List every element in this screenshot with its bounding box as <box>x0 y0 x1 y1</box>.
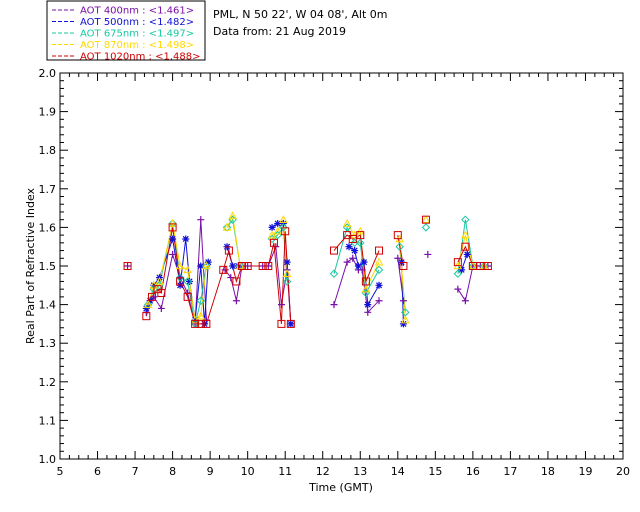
data-point-asterisk <box>268 223 276 231</box>
legend-label: AOT 1020nm : <1.488> <box>80 52 200 63</box>
y-tick-label: 1.2 <box>39 376 57 389</box>
chart-title-line-2: Data from: 21 Aug 2019 <box>213 25 346 38</box>
data-point-plus <box>330 301 338 309</box>
y-tick-label: 1.9 <box>39 106 57 119</box>
data-point-asterisk <box>351 247 359 255</box>
x-tick-label: 5 <box>57 465 64 478</box>
series-line-4 <box>226 214 241 267</box>
x-tick-label: 16 <box>466 465 480 478</box>
legend-label: AOT 675nm : <1.497> <box>80 29 194 40</box>
data-point-asterisk <box>364 301 372 309</box>
x-tick-label: 11 <box>278 465 292 478</box>
data-point-plus <box>424 250 432 258</box>
data-point-asterisk <box>283 258 291 266</box>
legend-label: AOT 400nm : <1.461> <box>80 6 194 17</box>
data-point-asterisk <box>169 235 177 243</box>
x-tick-label: 6 <box>94 465 101 478</box>
y-tick-label: 1.1 <box>39 414 57 427</box>
y-tick-label: 1.4 <box>39 299 57 312</box>
data-point-triangle <box>374 257 384 266</box>
x-tick-label: 12 <box>316 465 330 478</box>
data-point-diamond <box>329 269 339 278</box>
series-line-1 <box>145 219 207 325</box>
y-tick-label: 1.3 <box>39 337 57 350</box>
chart-canvas: AOT 400nm : <1.461>AOT 500nm : <1.482>AO… <box>24 0 630 494</box>
data-point-plus <box>454 285 462 293</box>
data-point-asterisk <box>375 281 383 289</box>
legend: AOT 400nm : <1.461>AOT 500nm : <1.482>AO… <box>46 0 206 63</box>
y-tick-label: 2.0 <box>39 67 57 80</box>
x-tick-label: 20 <box>616 465 630 478</box>
data-point-plus <box>349 254 357 262</box>
data-point-asterisk <box>345 243 353 251</box>
legend-label: AOT 500nm : <1.482> <box>80 17 194 28</box>
y-tick-label: 1.8 <box>39 144 57 157</box>
chart-title-line-1: PML, N 50 22', W 04 08', Alt 0m <box>213 8 387 21</box>
plot-frame <box>59 72 624 460</box>
x-tick-label: 15 <box>428 465 442 478</box>
data-point-diamond <box>421 223 431 232</box>
data-point-plus <box>343 258 351 266</box>
data-point-triangle <box>421 215 431 223</box>
y-tick-label: 1.0 <box>39 453 57 466</box>
x-axis-label: Time (GMT) <box>308 481 373 494</box>
data-point-plus <box>232 297 240 305</box>
y-tick-label: 1.6 <box>39 221 57 234</box>
x-tick-label: 17 <box>503 465 517 478</box>
data-point-asterisk <box>360 258 368 266</box>
x-tick-label: 8 <box>169 465 176 478</box>
data-point-triangle <box>342 219 352 227</box>
data-point-plus <box>197 216 205 224</box>
data-point-asterisk <box>399 320 407 328</box>
x-tick-label: 13 <box>353 465 367 478</box>
legend-label: AOT 870nm : <1.498> <box>80 40 194 51</box>
y-axis-label: Real Part of Refractive Index <box>24 187 37 344</box>
series-lines <box>145 214 488 325</box>
data-point-plus <box>399 297 407 305</box>
data-point-plus <box>157 304 165 312</box>
data-point-plus <box>461 297 469 305</box>
data-point-asterisk <box>287 320 295 328</box>
x-tick-label: 18 <box>541 465 555 478</box>
x-tick-label: 9 <box>207 465 214 478</box>
data-point-asterisk <box>182 235 190 243</box>
data-point-asterisk <box>463 250 471 258</box>
y-tick-label: 1.7 <box>39 183 57 196</box>
data-point-plus <box>124 262 132 270</box>
x-tick-label: 10 <box>241 465 255 478</box>
data-point-asterisk <box>458 266 466 274</box>
x-tick-label: 14 <box>391 465 405 478</box>
x-tick-label: 7 <box>132 465 139 478</box>
y-tick-label: 1.5 <box>39 260 57 273</box>
data-point-square <box>375 246 384 255</box>
data-point-asterisk <box>354 262 362 270</box>
x-tick-label: 19 <box>578 465 592 478</box>
